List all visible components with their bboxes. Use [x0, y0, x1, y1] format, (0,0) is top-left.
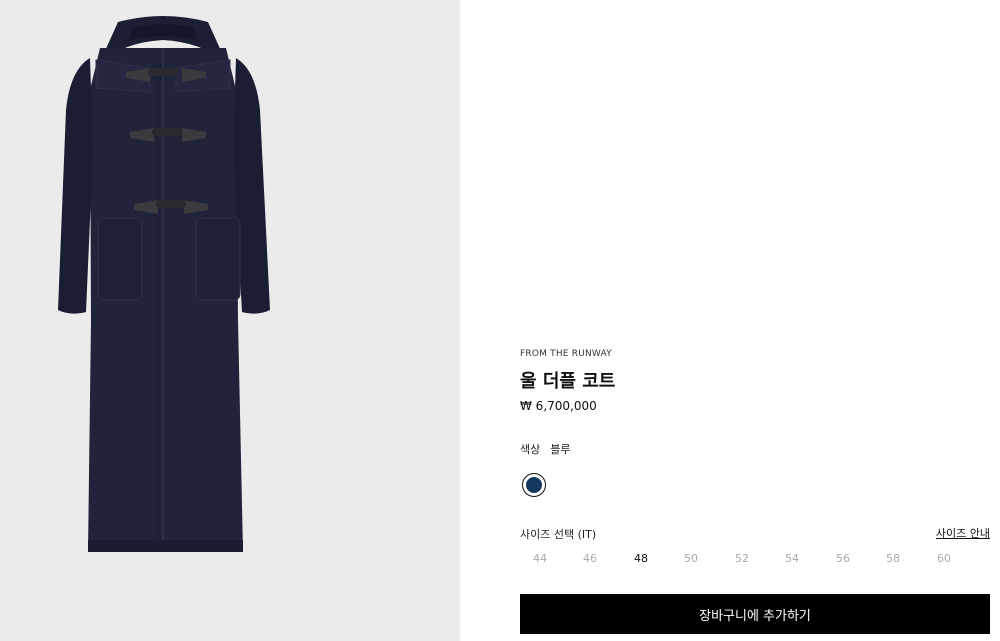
color-value: 블루: [550, 443, 571, 456]
product-price: ₩ 6,700,000: [520, 399, 597, 413]
product-info-panel: FROM THE RUNWAY 울 더플 코트 ₩ 6,700,000 색상 블루…: [460, 0, 1000, 641]
product-title: 울 더플 코트: [520, 371, 616, 392]
color-swatch-blue[interactable]: [522, 473, 546, 497]
color-label: 색상: [520, 443, 541, 456]
size-options: 44 46 48 50 52 54 56 58 60: [520, 552, 960, 568]
size-guide-link[interactable]: 사이즈 안내: [936, 525, 990, 541]
size-option[interactable]: 44: [525, 552, 555, 565]
product-image-coat: [58, 16, 270, 552]
size-option[interactable]: 54: [777, 552, 807, 565]
product-image-panel: [0, 0, 460, 641]
add-to-cart-button[interactable]: 장바구니에 추가하기: [520, 594, 990, 634]
color-swatch-dot: [526, 477, 542, 493]
size-option[interactable]: 60: [929, 552, 959, 565]
size-select-label: 사이즈 선택 (IT): [520, 528, 597, 541]
collection-label: FROM THE RUNWAY: [520, 349, 612, 359]
size-option[interactable]: 52: [727, 552, 757, 565]
size-option-selected[interactable]: 48: [626, 552, 656, 565]
size-option[interactable]: 46: [575, 552, 605, 565]
size-option[interactable]: 56: [828, 552, 858, 565]
size-option[interactable]: 50: [676, 552, 706, 565]
size-option[interactable]: 58: [878, 552, 908, 565]
color-info: 색상 블루: [520, 441, 571, 457]
